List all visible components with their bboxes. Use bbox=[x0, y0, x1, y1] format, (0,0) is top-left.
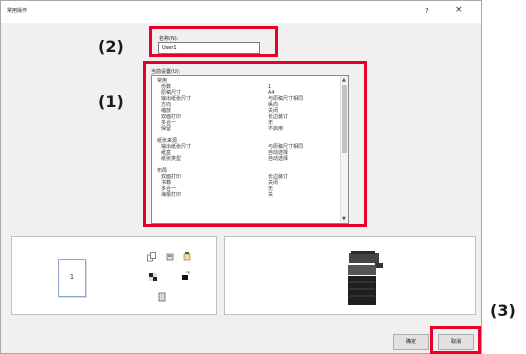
ok-button[interactable]: 确定 bbox=[393, 334, 429, 350]
marker-2: (2) bbox=[98, 37, 124, 56]
color-mode-icon bbox=[149, 273, 157, 281]
dialog-title: 常用操作 bbox=[7, 8, 28, 14]
close-button[interactable]: × bbox=[455, 5, 463, 15]
toner-icon bbox=[182, 271, 190, 280]
highlight-cancel-button bbox=[430, 326, 481, 354]
help-button[interactable]: ? bbox=[425, 7, 429, 15]
document-icon bbox=[158, 292, 166, 302]
page-preview-panel: 1 bbox=[11, 236, 217, 315]
punch-icon bbox=[183, 252, 191, 261]
device-preview-panel bbox=[224, 236, 476, 315]
marker-1: (1) bbox=[98, 92, 124, 111]
copy-icon bbox=[147, 252, 156, 262]
printer-icon bbox=[348, 251, 383, 305]
highlight-settings-list bbox=[143, 61, 367, 227]
highlight-name-field bbox=[149, 26, 278, 57]
marker-3: (3) bbox=[490, 301, 516, 320]
paper-preview: 1 bbox=[58, 259, 86, 297]
staple-icon bbox=[166, 253, 174, 261]
title-bar: 常用操作 ? × bbox=[1, 1, 481, 23]
page-number: 1 bbox=[69, 273, 75, 281]
